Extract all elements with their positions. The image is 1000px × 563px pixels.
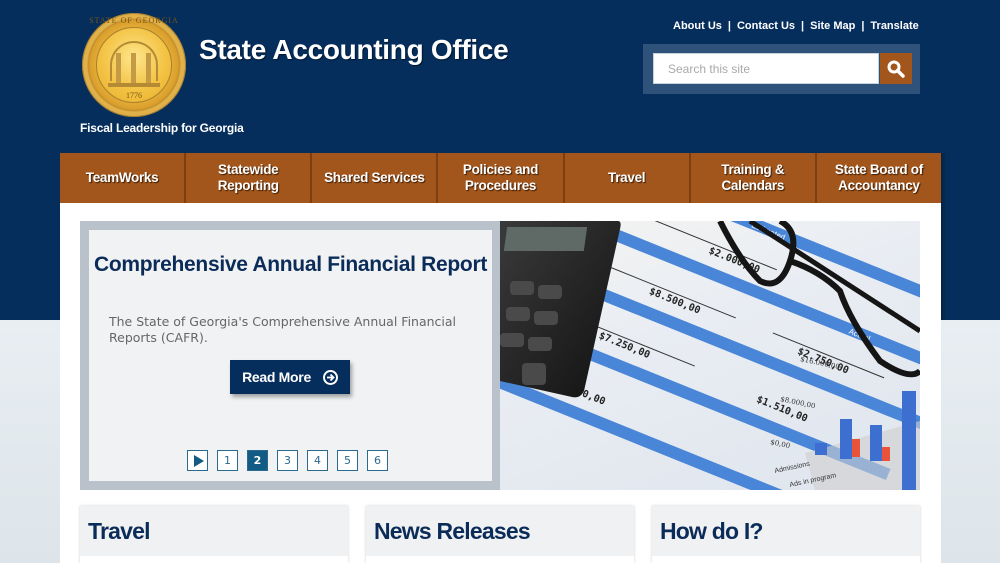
- image-bar: [870, 425, 882, 461]
- slider-page-1[interactable]: 1: [217, 450, 238, 471]
- travel-box: Travel: [80, 506, 348, 563]
- about-us-link[interactable]: About Us: [673, 20, 722, 32]
- nav-item-travel[interactable]: Travel: [562, 153, 689, 203]
- slider-page-5[interactable]: 5: [337, 450, 358, 471]
- nav-item-state-board-accountancy[interactable]: State Board of Accountancy: [814, 153, 941, 203]
- slider-page-4[interactable]: 4: [307, 450, 328, 471]
- seal-year: 1776: [126, 91, 142, 100]
- search-box: [643, 44, 920, 94]
- image-bar: [902, 391, 916, 490]
- seal-pillar: [116, 53, 121, 83]
- translate-link[interactable]: Translate: [870, 20, 918, 32]
- nav-item-shared-services[interactable]: Shared Services: [310, 153, 436, 203]
- slider-pager: 1 2 3 4 5 6: [187, 450, 388, 471]
- slide-description: The State of Georgia's Comprehensive Ann…: [109, 314, 457, 345]
- read-more-button[interactable]: Read More: [230, 360, 350, 394]
- arrow-circle-right-icon: [322, 369, 338, 385]
- site-map-link[interactable]: Site Map: [810, 20, 855, 32]
- slider-page-6[interactable]: 6: [367, 450, 388, 471]
- nav-item-teamworks[interactable]: TeamWorks: [60, 153, 184, 203]
- slider-play-button[interactable]: [187, 450, 208, 471]
- image-category: Admissions: [774, 461, 811, 475]
- calculator: [500, 221, 621, 398]
- how-do-i-box: How do I?: [652, 506, 920, 563]
- utility-links: About Us | Contact Us | Site Map | Trans…: [673, 20, 919, 32]
- georgia-state-seal-logo[interactable]: STATE OF GEORGIA 1776: [82, 13, 186, 117]
- contact-us-link[interactable]: Contact Us: [737, 20, 795, 32]
- travel-box-title[interactable]: Travel: [80, 506, 348, 556]
- slide-title[interactable]: Comprehensive Annual Financial Report: [89, 250, 492, 279]
- slider-page-3[interactable]: 3: [277, 450, 298, 471]
- nav-item-policies-procedures[interactable]: Policies and Procedures: [436, 153, 562, 203]
- financial-spreadsheet-image: Estimated Actual $2.000,00 $8.500,00 $2.…: [500, 221, 920, 490]
- how-do-i-box-title[interactable]: How do I?: [652, 506, 920, 556]
- seal-pillar: [131, 53, 136, 83]
- nav-item-training-calendars[interactable]: Training & Calendars: [688, 153, 815, 203]
- search-button[interactable]: [880, 53, 912, 84]
- spreadsheet-band: [601, 221, 920, 319]
- seal-pillar: [146, 53, 151, 83]
- site-title[interactable]: State Accounting Office: [199, 34, 509, 66]
- search-icon: [887, 60, 905, 78]
- read-more-label: Read More: [242, 369, 311, 385]
- nav-shadow: [941, 153, 947, 320]
- main-nav: TeamWorks Statewide Reporting Shared Ser…: [60, 153, 941, 203]
- link-separator: |: [727, 20, 731, 32]
- image-bar: [852, 439, 860, 457]
- slide-photo[interactable]: Estimated Actual $2.000,00 $8.500,00 $2.…: [500, 221, 920, 490]
- link-separator: |: [801, 20, 805, 32]
- link-separator: |: [861, 20, 865, 32]
- news-releases-box: News Releases: [366, 506, 634, 563]
- nav-item-statewide-reporting[interactable]: Statewide Reporting: [184, 153, 310, 203]
- image-bar: [840, 419, 852, 459]
- seal-text: STATE OF GEORGIA: [89, 16, 179, 25]
- image-bar: [882, 447, 890, 461]
- seal-base: [108, 83, 160, 87]
- slider-page-2-active[interactable]: 2: [247, 450, 268, 471]
- image-bar: [815, 443, 827, 455]
- site-tagline: Fiscal Leadership for Georgia: [80, 121, 244, 135]
- news-releases-box-title[interactable]: News Releases: [366, 506, 634, 556]
- search-input[interactable]: [653, 53, 879, 84]
- play-icon: [193, 454, 204, 467]
